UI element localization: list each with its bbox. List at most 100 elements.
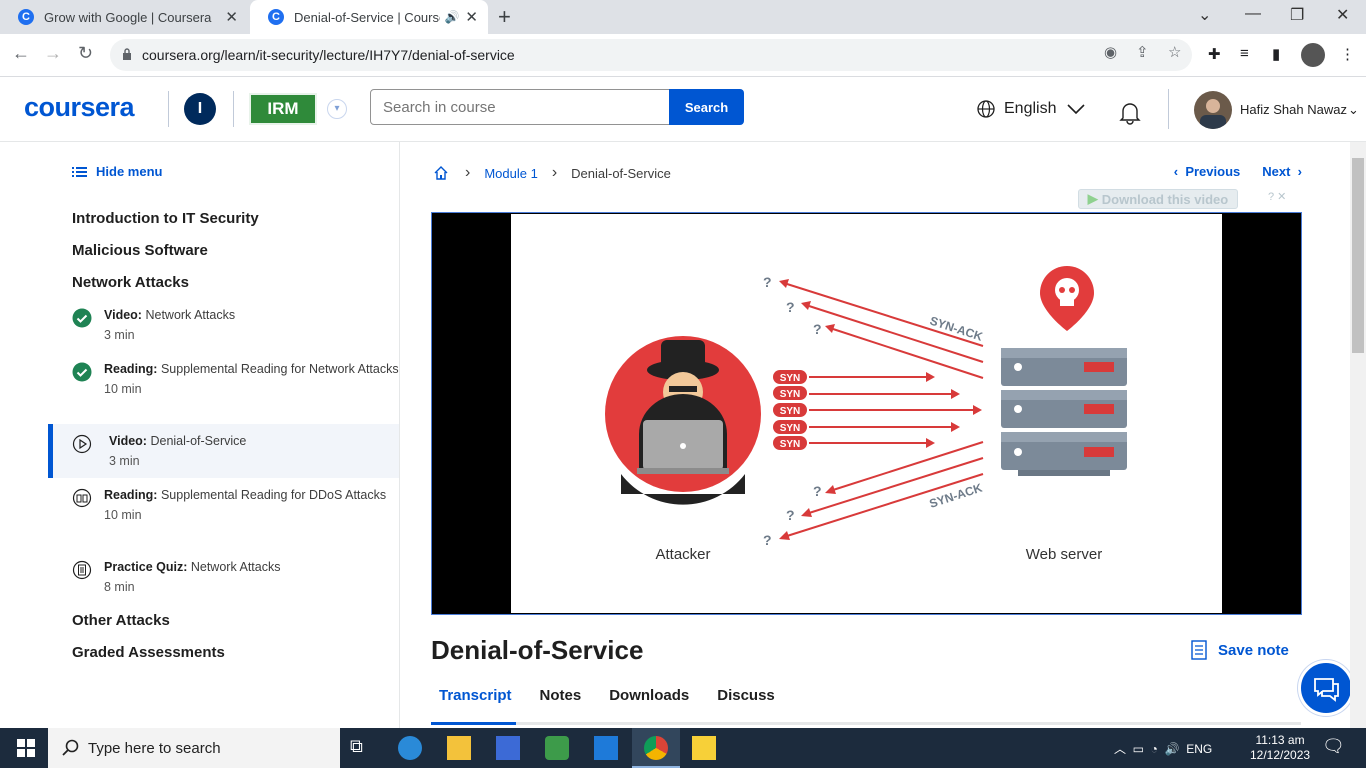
item-duration: 10 min: [104, 382, 142, 396]
avatar[interactable]: [1194, 91, 1232, 129]
close-tab-icon[interactable]: ✕: [225, 8, 238, 26]
notifications-icon[interactable]: 🗨: [1322, 736, 1346, 760]
svg-text:?: ?: [763, 532, 772, 548]
hide-menu-button[interactable]: Hide menu: [72, 164, 162, 179]
home-icon[interactable]: [433, 165, 449, 181]
profile-avatar-icon[interactable]: [1301, 43, 1325, 67]
forward-button[interactable]: →: [44, 43, 62, 64]
task-view-icon[interactable]: ⧉: [350, 736, 374, 760]
item-duration: 10 min: [104, 508, 142, 522]
quiz-icon: [72, 560, 92, 580]
previous-button[interactable]: ‹ Previous: [1174, 164, 1240, 179]
save-note-button[interactable]: Save note: [1190, 640, 1289, 660]
share-icon[interactable]: ⇪: [1136, 43, 1149, 61]
completed-check-icon: [72, 362, 92, 382]
item-type: Video:: [109, 434, 147, 448]
chat-bubbles-icon: [1314, 678, 1339, 702]
skull-pin-icon: [1040, 266, 1094, 331]
browser-toolbar: ← → ↻ coursera.org/learn/it-security/lec…: [0, 34, 1366, 77]
partner-logo-initial[interactable]: I: [184, 93, 216, 125]
browser-tab-active[interactable]: C Denial-of-Service | Coursera 🔊 ✕: [250, 0, 488, 34]
module-graded-assessments[interactable]: Graded Assessments: [72, 644, 225, 661]
sidebar-item-video-denial-of-service[interactable]: Video: Denial-of-Service 3 min: [48, 424, 399, 478]
chevron-right-icon: ›: [1290, 164, 1302, 179]
taskbar-search-box[interactable]: Type here to search: [48, 728, 340, 768]
tab-discuss[interactable]: Discuss: [709, 687, 795, 704]
language-selector[interactable]: English: [976, 99, 1086, 119]
svg-text:SYN-ACK: SYN-ACK: [928, 314, 985, 344]
breadcrumb-module-link[interactable]: Module 1: [484, 166, 537, 181]
close-window-button[interactable]: ✕: [1336, 5, 1349, 25]
tab-downloads[interactable]: Downloads: [601, 687, 709, 704]
download-help-icons[interactable]: ? ✕: [1268, 190, 1286, 203]
browser-tab-strip: C Grow with Google | Coursera ✕ C Denial…: [0, 0, 1366, 34]
breadcrumb-current: Denial-of-Service: [571, 165, 671, 181]
windows-taskbar: Type here to search ⧉ ︿ ▭ ◔ 🔊 ENG 11:13 …: [0, 728, 1366, 768]
download-video-button[interactable]: ▶ Download this video: [1078, 189, 1238, 209]
coursera-logo[interactable]: coursera: [24, 92, 135, 123]
next-label: Next: [1262, 164, 1291, 179]
module-intro-it-security[interactable]: Introduction to IT Security: [72, 210, 259, 227]
close-tab-icon[interactable]: ✕: [465, 8, 478, 26]
file-explorer-icon[interactable]: [447, 736, 471, 760]
user-name[interactable]: Hafiz Shah Nawaz: [1240, 102, 1347, 117]
tab-transcript[interactable]: Transcript: [431, 687, 532, 704]
module-malicious-software[interactable]: Malicious Software: [72, 242, 208, 259]
video-player[interactable]: SYN SYN SYN SYN SYN ? ? ? ? ? ? SYN-ACK …: [431, 212, 1302, 615]
browser-menu-icon[interactable]: ⋮: [1340, 45, 1355, 63]
syn-label: SYN: [780, 389, 801, 400]
clock-date: 12/12/2023: [1250, 748, 1311, 762]
svg-text:?: ?: [786, 507, 795, 523]
divider: [1168, 89, 1169, 129]
side-panel-icon[interactable]: ▮: [1272, 45, 1280, 63]
sidebar-item-reading-ddos[interactable]: Reading: Supplemental Reading for DDoS A…: [48, 486, 399, 546]
module-other-attacks[interactable]: Other Attacks: [72, 612, 170, 629]
audio-playing-icon[interactable]: 🔊: [444, 10, 459, 24]
page-scrollbar[interactable]: [1350, 142, 1366, 728]
reload-button[interactable]: ↻: [78, 43, 93, 64]
sidebar-item-practice-quiz[interactable]: Practice Quiz: Network Attacks 8 min: [48, 558, 399, 606]
bookmark-star-icon[interactable]: ☆: [1168, 43, 1181, 61]
chat-button[interactable]: [1298, 660, 1354, 716]
tab-notes[interactable]: Notes: [532, 687, 602, 704]
syn-label: SYN: [780, 439, 801, 450]
extensions-icon[interactable]: ✚: [1208, 45, 1221, 63]
eye-icon[interactable]: ◉: [1104, 43, 1117, 61]
video-frame: SYN SYN SYN SYN SYN ? ? ? ? ? ? SYN-ACK …: [511, 214, 1222, 613]
sticky-notes-icon[interactable]: [692, 736, 716, 760]
irm-logo[interactable]: IRM: [249, 93, 317, 125]
partner-chevron-down-icon[interactable]: ▾: [327, 99, 347, 119]
chrome-taskbar-button[interactable]: [632, 728, 680, 768]
new-tab-button[interactable]: +: [498, 4, 511, 30]
taskbar-clock[interactable]: 11:13 am 12/12/2023: [1250, 733, 1310, 763]
sidebar-item-video-network-attacks[interactable]: Video: Network Attacks 3 min: [48, 306, 399, 354]
edge-icon[interactable]: [398, 736, 422, 760]
media-control-icon[interactable]: ≡: [1240, 45, 1249, 62]
coursera-favicon-icon: C: [18, 9, 34, 25]
mail-icon[interactable]: [594, 736, 618, 760]
scrollbar-thumb[interactable]: [1352, 158, 1364, 353]
play-icon: ▶: [1087, 191, 1098, 206]
restore-button[interactable]: ❐: [1290, 5, 1304, 25]
search-input[interactable]: [370, 89, 670, 125]
store-icon[interactable]: [496, 736, 520, 760]
next-button[interactable]: Next ›: [1262, 164, 1302, 179]
tab-search-chevron-icon[interactable]: ⌄: [1198, 5, 1211, 25]
minimize-button[interactable]: —: [1245, 5, 1261, 23]
system-tray[interactable]: ︿ ▭ ◔ 🔊 ENG: [1114, 740, 1212, 757]
module-network-attacks[interactable]: Network Attacks: [72, 274, 189, 291]
app-icon[interactable]: [545, 736, 569, 760]
address-bar[interactable]: coursera.org/learn/it-security/lecture/I…: [110, 39, 1192, 71]
back-button[interactable]: ←: [12, 43, 30, 64]
browser-tab[interactable]: C Grow with Google | Coursera ✕: [0, 0, 248, 34]
chevron-right-icon: ›: [465, 164, 471, 181]
notification-bell-icon[interactable]: [1117, 99, 1143, 125]
chevron-right-icon: ›: [551, 164, 558, 181]
syn-label: SYN: [780, 373, 801, 384]
search-button[interactable]: Search: [669, 89, 744, 125]
item-title: Network Attacks: [145, 308, 236, 322]
windows-start-icon[interactable]: [14, 736, 38, 760]
user-menu-chevron-icon[interactable]: ⌄: [1348, 102, 1359, 118]
sidebar-item-reading-network-attacks[interactable]: Reading: Supplemental Reading for Networ…: [48, 360, 399, 420]
save-note-label: Save note: [1218, 641, 1289, 659]
